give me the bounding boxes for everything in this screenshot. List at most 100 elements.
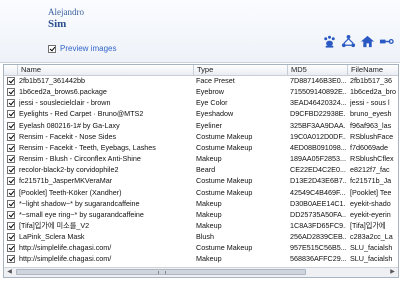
- cell-type: Makeup: [196, 254, 222, 264]
- cell-type: Makeup: [196, 198, 222, 208]
- row-checkbox[interactable]: [7, 177, 15, 186]
- cell-filename: jessi - sous l: [350, 98, 390, 108]
- grip-icon: [158, 271, 166, 274]
- cell-type: Makeup: [196, 209, 222, 219]
- table-header: Name Type MD5 FileName: [4, 65, 398, 76]
- row-checkbox[interactable]: [7, 166, 15, 175]
- row-checkbox[interactable]: [7, 132, 15, 141]
- cell-md5: D30B0AEE14C1...: [290, 198, 346, 208]
- column-header-type[interactable]: Type: [194, 65, 288, 75]
- cell-name: http://simplelife.chagasi.com/: [19, 243, 112, 253]
- cell-type: Eyeliner: [196, 120, 222, 130]
- cell-name: 1b6ced2a_brows6.package: [19, 87, 107, 97]
- home-icon[interactable]: [360, 34, 375, 49]
- cell-filename: RSblushCflex: [350, 154, 394, 164]
- cell-filename: 2fb1b517_36: [350, 76, 392, 85]
- table-row[interactable]: *~light shadow~* by sugarandcaffeine Make…: [4, 199, 398, 209]
- row-checkbox[interactable]: [7, 110, 15, 119]
- table-row[interactable]: Rensim - Blush - Circonflex Anti-Shine Ma…: [4, 154, 398, 164]
- presets-table: Name Type MD5 FileName 2fb1b517_361442bb…: [3, 64, 399, 278]
- cell-filename: SLU_facialsh: [350, 254, 393, 264]
- table-row[interactable]: fc21571b_JasperMKVeraMar Costume Makeup D1…: [4, 176, 398, 186]
- column-header-md5[interactable]: MD5: [288, 65, 348, 75]
- row-checkbox[interactable]: [7, 155, 15, 164]
- row-checkbox[interactable]: [7, 255, 15, 264]
- cell-filename: 1b6ced2a_bro: [350, 87, 396, 97]
- cell-filename: bruno_eyesh: [350, 109, 392, 119]
- cell-type: Makeup: [196, 154, 222, 164]
- table-row[interactable]: http://simplelife.chagasi.com/Makeup 5688…: [4, 254, 398, 264]
- row-checkbox[interactable]: [7, 88, 15, 97]
- scroll-right-arrow-icon[interactable]: ▶: [388, 269, 397, 276]
- connector-icon[interactable]: [379, 34, 394, 49]
- cell-type: Eyeshadow: [196, 109, 234, 119]
- column-header-filename[interactable]: FileName: [348, 65, 398, 75]
- paw-icon[interactable]: [322, 34, 337, 49]
- scroll-left-arrow-icon[interactable]: ◀: [5, 269, 14, 276]
- cell-name: jessi - souslecielclair - brown: [19, 98, 111, 108]
- row-checkbox[interactable]: [7, 143, 15, 152]
- cell-name: Rensim - Facekit - Teeth, Eyebags, Lashe…: [19, 142, 156, 152]
- horizontal-scrollbar[interactable]: ◀ ▶: [4, 267, 398, 277]
- row-checkbox[interactable]: [7, 188, 15, 197]
- cell-md5: 715509140892E...: [290, 87, 346, 97]
- cell-type: Eye Color: [196, 98, 228, 108]
- cell-md5: 7D887146B3E0...: [290, 76, 346, 85]
- cell-name: *~small eye ring~* by sugarandcaffeine: [19, 209, 144, 219]
- cell-type: Costume Makeup: [196, 187, 253, 197]
- user-first-name: Alejandro: [48, 7, 84, 17]
- cell-md5: 325BF3AA9DAA...: [290, 120, 346, 130]
- cell-md5: 1C8A3FD65FC9...: [290, 220, 346, 230]
- table-row[interactable]: *~small eye ring~* by sugarandcaffeine Ma…: [4, 210, 398, 220]
- cell-name: Rensim - Blush - Circonflex Anti-Shine: [19, 154, 141, 164]
- cell-md5: 957E515C56B5...: [290, 243, 346, 253]
- toolbar: [322, 34, 394, 49]
- row-checkbox[interactable]: [7, 77, 15, 85]
- scrollbar-thumb[interactable]: [16, 269, 306, 275]
- network-icon[interactable]: [341, 34, 356, 49]
- table-row[interactable]: jessi - souslecielclair - brown Eye Color…: [4, 98, 398, 108]
- cell-filename: f7d6069ade: [350, 142, 388, 152]
- row-checkbox[interactable]: [7, 221, 15, 230]
- cell-filename: RSblushFace: [350, 131, 394, 141]
- preview-images-option[interactable]: Preview images: [48, 44, 116, 53]
- table-row[interactable]: Eyelash 080216-1# by Ga-Laxy Eyeliner 325B…: [4, 121, 398, 131]
- cell-filename: c283a2cc_La: [350, 232, 393, 242]
- cell-md5: 4ED08B091098...: [290, 142, 346, 152]
- cell-type: Costume Makeup: [196, 131, 253, 141]
- row-checkbox[interactable]: [7, 99, 15, 108]
- row-checkbox[interactable]: [7, 244, 15, 253]
- cell-type: Eyebrow: [196, 87, 224, 97]
- header-checkbox-column: [4, 65, 18, 75]
- table-row[interactable]: Rensim - Facekit - Teeth, Eyebags, Lashe…: [4, 143, 398, 153]
- table-row[interactable]: Rensim - Facekit - Nose Sides Costume Mak…: [4, 132, 398, 142]
- cell-name: [Pooklet] Teeth-Köker (Xandher): [19, 187, 122, 197]
- cell-name: [Tifa]입가에 미소를_V2: [19, 220, 90, 230]
- cell-md5: D9CFBD22938E...: [290, 109, 346, 119]
- cell-type: Beard: [196, 165, 216, 175]
- cell-filename: f96af963_las: [350, 120, 392, 130]
- row-checkbox[interactable]: [7, 210, 15, 219]
- cell-name: recolor-black2-by corvidophile2: [19, 165, 119, 175]
- row-checkbox[interactable]: [7, 233, 15, 242]
- cell-name: fc21571b_JasperMKVeraMar: [19, 176, 113, 186]
- preview-images-checkbox[interactable]: [48, 44, 56, 53]
- column-header-name[interactable]: Name: [18, 65, 194, 75]
- table-row[interactable]: LaPink_Sclera Mask Blush 256AD2839CEB... c2…: [4, 232, 398, 242]
- cell-type: Blush: [196, 232, 214, 242]
- cell-name: *~light shadow~* by sugarandcaffeine: [19, 198, 140, 208]
- user-last-name: Sim: [48, 18, 67, 30]
- row-checkbox[interactable]: [7, 121, 15, 130]
- table-row[interactable]: recolor-black2-by corvidophile2 Beard CE22…: [4, 165, 398, 175]
- top-panel: Alejandro Sim Preview images: [0, 0, 400, 63]
- cell-name: Rensim - Facekit - Nose Sides: [19, 131, 117, 141]
- row-checkbox[interactable]: [7, 199, 15, 208]
- table-row[interactable]: http://simplelife.chagasi.com/Costume Ma…: [4, 243, 398, 253]
- cell-md5: 256AD2839CEB...: [290, 232, 346, 242]
- table-row[interactable]: Eyelights - Red Carpet · Bruno@MTS2 Eyesh…: [4, 109, 398, 119]
- table-row[interactable]: [Tifa]입가에 미소를_V2 Makeup 1C8A3FD65FC9... [Ti…: [4, 221, 398, 231]
- cell-type: Face Preset: [196, 76, 235, 85]
- table-row[interactable]: [Pooklet] Teeth-Köker (Xandher) Costume M…: [4, 188, 398, 198]
- table-row[interactable]: 2fb1b517_361442bb Face Preset 7D887146B3E0…: [4, 76, 398, 86]
- table-row[interactable]: 1b6ced2a_brows6.package Eyebrow 7155091408…: [4, 87, 398, 97]
